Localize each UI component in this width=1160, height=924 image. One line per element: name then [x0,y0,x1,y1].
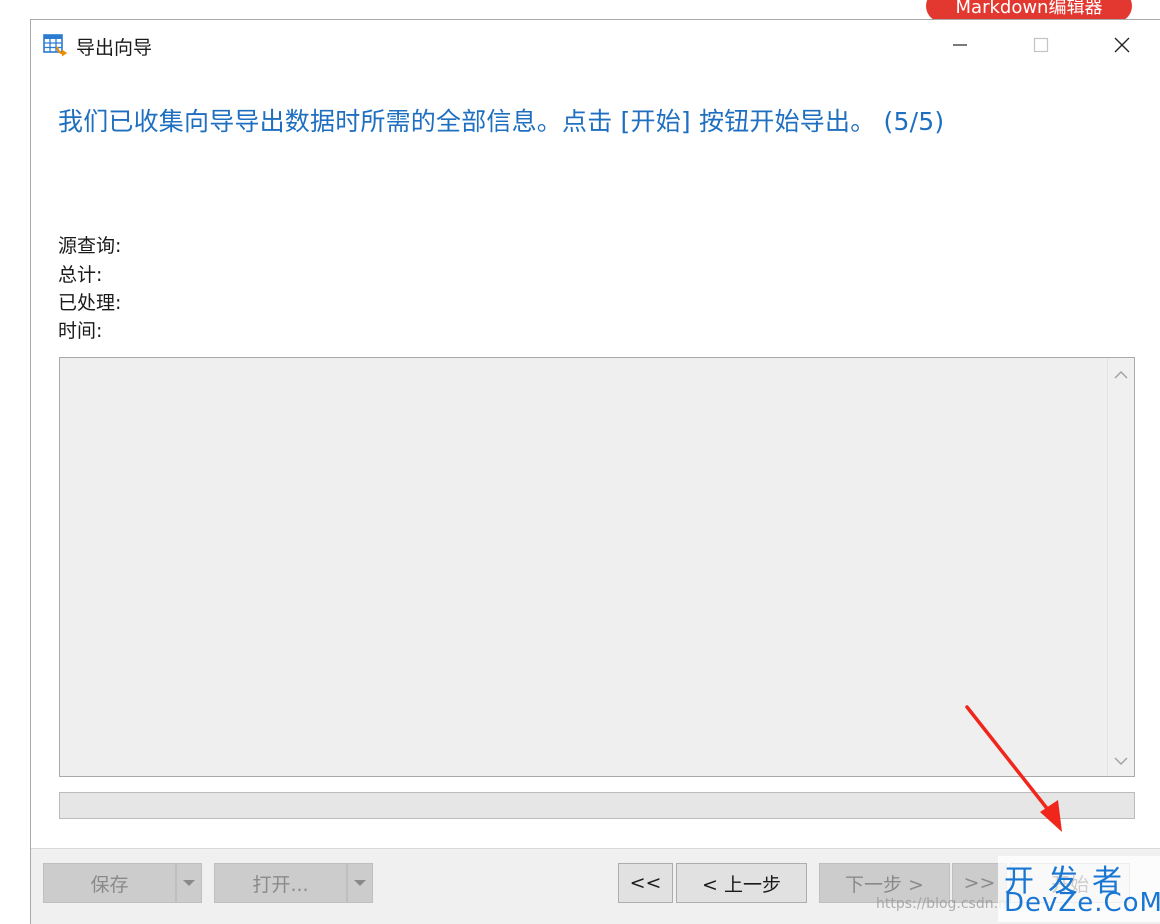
processed-label: 已处理: [58,292,122,314]
watermark-logo: 开发者 DevZe.CoM [998,856,1160,922]
maximize-icon [1033,37,1049,53]
window-title: 导出向导 [76,37,153,59]
minimize-button[interactable] [937,28,983,62]
save-dropdown-button [176,863,202,903]
previous-step-button[interactable]: < 上一步 [676,863,807,903]
save-button: 保存 [43,863,176,903]
table-export-icon [43,34,67,57]
maximize-button [1018,28,1064,62]
open-button: 打开... [214,863,347,903]
chevron-down-icon [183,880,195,886]
watermark-logo-bottom: DevZe.CoM [1004,888,1160,918]
open-dropdown-button [347,863,373,903]
watermark-url: https://blog.csdn.n [876,896,1007,912]
total-label: 总计: [58,264,103,286]
export-log-textarea[interactable] [59,357,1135,777]
title-bar[interactable]: 导出向导 [31,20,1160,70]
close-icon [1114,37,1130,53]
screen: Markdown编辑器 导出向导 我们已收集向导导出数据时所需的全部信息。点击 … [0,0,1160,924]
log-scrollbar[interactable] [1107,358,1134,776]
time-label: 时间: [58,320,103,342]
first-step-button[interactable]: << [618,863,673,903]
wizard-footer: 保存 打开... << < 上一步 下一步 > >> 开始 [31,848,1160,924]
export-wizard-window: 导出向导 我们已收集向导导出数据时所需的全部信息。点击 [开始] 按钮开始导出。… [30,19,1160,924]
source-query-label: 源查询: [58,235,122,257]
close-button[interactable] [1099,28,1145,62]
scroll-up-icon[interactable] [1114,370,1128,380]
scroll-down-icon[interactable] [1114,756,1128,766]
chevron-down-icon [354,880,366,886]
wizard-heading: 我们已收集向导导出数据时所需的全部信息。点击 [开始] 按钮开始导出。 (5/5… [58,107,945,136]
minimize-icon [953,44,967,46]
export-progress-bar [59,792,1135,819]
